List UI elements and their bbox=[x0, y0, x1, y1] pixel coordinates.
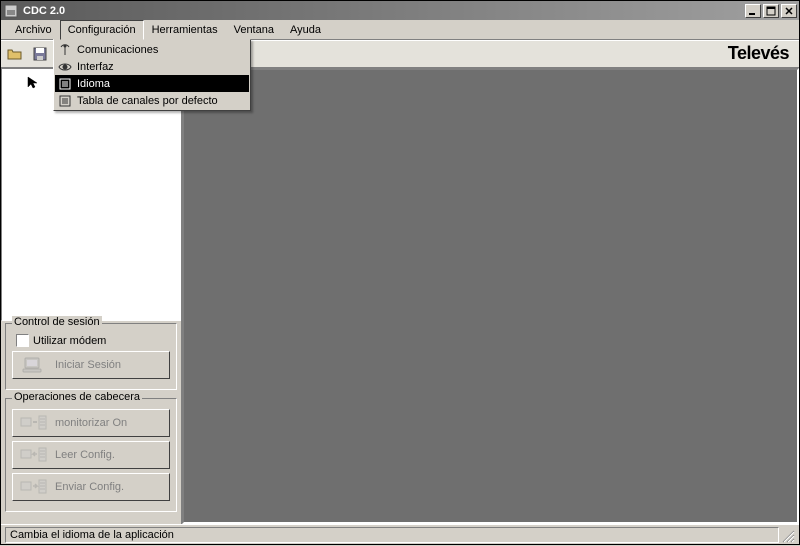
headend-ops-legend: Operaciones de cabecera bbox=[12, 391, 142, 403]
menu-item-label: Tabla de canales por defecto bbox=[77, 95, 218, 107]
start-session-label: Iniciar Sesión bbox=[55, 359, 165, 371]
use-modem-checkbox-row[interactable]: Utilizar módem bbox=[12, 334, 170, 347]
menu-item-label: Comunicaciones bbox=[77, 44, 158, 56]
menu-herramientas[interactable]: Herramientas bbox=[144, 20, 226, 39]
minimize-button[interactable] bbox=[745, 4, 761, 18]
session-control-panel: Control de sesión Utilizar módem Iniciar… bbox=[5, 323, 177, 390]
eye-icon bbox=[57, 59, 73, 75]
computer-icon bbox=[17, 354, 51, 376]
menubar: Archivo Configuración Herramientas Venta… bbox=[1, 20, 799, 40]
side-panels: Control de sesión Utilizar módem Iniciar… bbox=[1, 321, 181, 524]
mdi-workspace bbox=[182, 68, 799, 524]
toolbar-save-button[interactable] bbox=[28, 43, 52, 65]
titlebar: CDC 2.0 bbox=[1, 1, 799, 20]
use-modem-label: Utilizar módem bbox=[33, 335, 106, 347]
menu-item-comunicaciones[interactable]: Comunicaciones bbox=[55, 41, 249, 58]
app-icon bbox=[3, 3, 19, 19]
sidebar: Control de sesión Utilizar módem Iniciar… bbox=[1, 68, 182, 524]
menu-configuracion-dropdown: Comunicaciones Interfaz Idioma Tabla de … bbox=[53, 39, 251, 111]
statusbar: Cambia el idioma de la aplicación bbox=[1, 524, 799, 544]
use-modem-checkbox[interactable] bbox=[16, 334, 29, 347]
menu-item-interfaz[interactable]: Interfaz bbox=[55, 58, 249, 75]
send-config-button[interactable]: Enviar Config. bbox=[12, 473, 170, 501]
window-title: CDC 2.0 bbox=[23, 5, 743, 17]
menu-item-label: Interfaz bbox=[77, 61, 114, 73]
session-control-legend: Control de sesión bbox=[12, 316, 102, 328]
toolbar-open-button[interactable] bbox=[3, 43, 27, 65]
resize-grip[interactable] bbox=[779, 527, 795, 543]
menu-archivo[interactable]: Archivo bbox=[7, 20, 60, 39]
monitor-on-button[interactable]: monitorizar On bbox=[12, 409, 170, 437]
menu-ventana[interactable]: Ventana bbox=[226, 20, 282, 39]
antenna-icon bbox=[57, 42, 73, 58]
menu-configuracion[interactable]: Configuración bbox=[60, 20, 144, 40]
monitor-icon bbox=[17, 412, 51, 434]
brand-label: Televés bbox=[728, 43, 789, 64]
start-session-button[interactable]: Iniciar Sesión bbox=[12, 351, 170, 379]
send-config-label: Enviar Config. bbox=[55, 481, 165, 493]
menu-item-label: Idioma bbox=[77, 78, 110, 90]
list-icon bbox=[57, 76, 73, 92]
menu-item-idioma[interactable]: Idioma bbox=[55, 75, 249, 92]
close-button[interactable] bbox=[781, 4, 797, 18]
table-icon bbox=[57, 93, 73, 109]
read-config-label: Leer Config. bbox=[55, 449, 165, 461]
window-controls bbox=[743, 4, 797, 18]
send-icon bbox=[17, 476, 51, 498]
cursor-icon bbox=[24, 74, 40, 90]
status-text: Cambia el idioma de la aplicación bbox=[5, 527, 779, 543]
maximize-button[interactable] bbox=[763, 4, 779, 18]
app-window: CDC 2.0 Archivo Configuración Herramient… bbox=[0, 0, 800, 545]
monitor-on-label: monitorizar On bbox=[55, 417, 165, 429]
read-config-button[interactable]: Leer Config. bbox=[12, 441, 170, 469]
read-icon bbox=[17, 444, 51, 466]
client-area: Control de sesión Utilizar módem Iniciar… bbox=[1, 68, 799, 524]
menu-item-tabla-canales[interactable]: Tabla de canales por defecto bbox=[55, 92, 249, 109]
menu-ayuda[interactable]: Ayuda bbox=[282, 20, 329, 39]
headend-ops-panel: Operaciones de cabecera monitorizar On L… bbox=[5, 398, 177, 512]
